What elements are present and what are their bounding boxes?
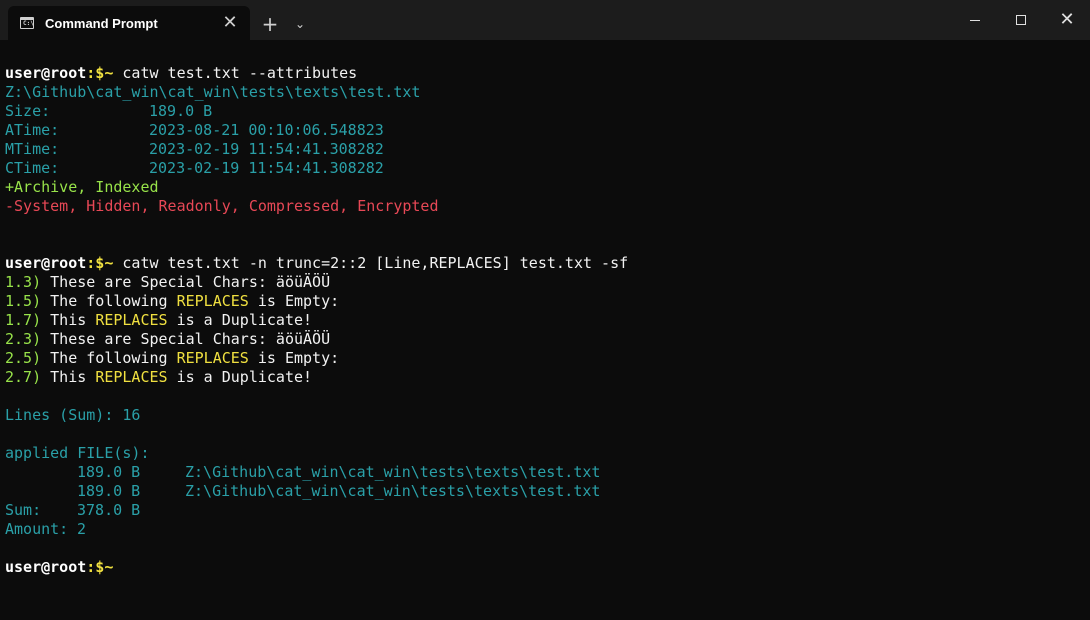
- sum-row: Sum: 378.0 B: [5, 501, 141, 519]
- attr-ctime: CTime: 2023-02-19 11:54:41.308282: [5, 159, 384, 177]
- command-text: catw test.txt -n trunc=2::2 [Line,REPLAC…: [113, 254, 629, 272]
- close-icon: ✕: [1059, 9, 1075, 30]
- output-line: 2.3) These are Special Chars: äöüÄÖÜ: [5, 330, 331, 348]
- title-bar: C:\ Command Prompt ✕ + ⌄ ✕: [0, 0, 1090, 40]
- prompt-user: user@root: [5, 64, 87, 82]
- tab-title: Command Prompt: [45, 16, 158, 31]
- attr-size: Size: 189.0 B: [5, 102, 213, 120]
- output-line: 2.5) The following REPLACES is Empty:: [5, 349, 340, 367]
- close-button[interactable]: ✕: [1044, 0, 1090, 40]
- attr-unset-flags: -System, Hidden, Readonly, Compressed, E…: [5, 197, 439, 215]
- attr-set-flags: +Archive, Indexed: [5, 178, 159, 196]
- prompt-sep: :$~: [86, 558, 114, 576]
- lines-sum: Lines (Sum): 16: [5, 406, 141, 424]
- terminal-icon: C:\: [20, 17, 34, 29]
- file-path: Z:\Github\cat_win\cat_win\tests\texts\te…: [5, 83, 421, 101]
- new-tab-button[interactable]: +: [258, 12, 282, 36]
- maximize-icon: [1016, 15, 1026, 25]
- maximize-button[interactable]: [998, 0, 1044, 40]
- prompt-line: user@root:$~: [5, 558, 113, 577]
- prompt-line: user@root:$~ catw test.txt -n trunc=2::2…: [5, 254, 628, 273]
- output-line: 2.7) This REPLACES is a Duplicate!: [5, 368, 313, 386]
- prompt-user: user@root: [5, 558, 87, 576]
- applied-files-label: applied FILE(s):: [5, 444, 150, 462]
- prompt-sep: :$~: [86, 254, 114, 272]
- output-line: 1.5) The following REPLACES is Empty:: [5, 292, 340, 310]
- output-line: 1.7) This REPLACES is a Duplicate!: [5, 311, 313, 329]
- terminal-window: C:\ Command Prompt ✕ + ⌄ ✕ user@root:$~ …: [0, 0, 1090, 620]
- attr-atime: ATime: 2023-08-21 00:10:06.548823: [5, 121, 384, 139]
- minimize-icon: [970, 20, 980, 21]
- prompt-sep: :$~: [86, 64, 114, 82]
- tab-command-prompt[interactable]: C:\ Command Prompt ✕: [8, 6, 250, 40]
- prompt-line: user@root:$~ catw test.txt --attributes: [5, 64, 357, 83]
- chevron-down-icon[interactable]: ⌄: [288, 12, 312, 36]
- amount-row: Amount: 2: [5, 520, 87, 538]
- close-tab-icon[interactable]: ✕: [218, 11, 242, 35]
- minimize-button[interactable]: [952, 0, 998, 40]
- terminal-output[interactable]: user@root:$~ catw test.txt --attributes …: [5, 64, 1085, 620]
- output-line: 1.3) These are Special Chars: äöüÄÖÜ: [5, 273, 331, 291]
- command-text: catw test.txt --attributes: [113, 64, 358, 82]
- prompt-user: user@root: [5, 254, 87, 272]
- attr-mtime: MTime: 2023-02-19 11:54:41.308282: [5, 140, 384, 158]
